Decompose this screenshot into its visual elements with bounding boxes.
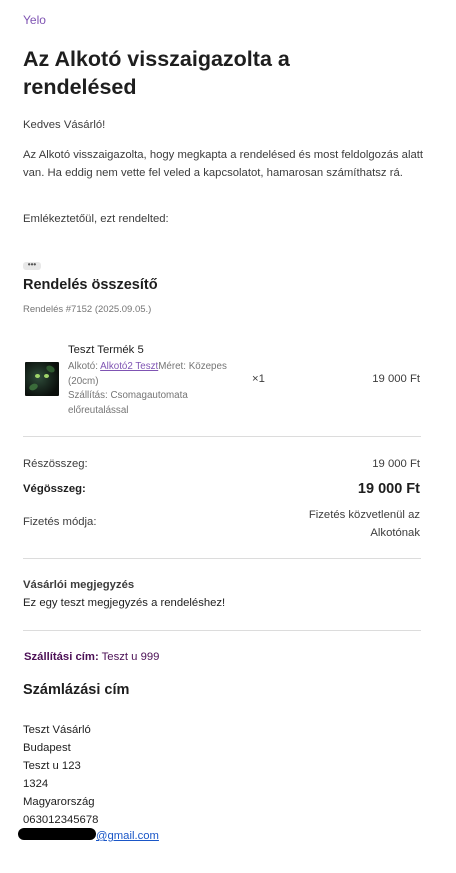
creator-label: Alkotó: — [68, 361, 101, 372]
billing-email-link[interactable]: @gmail.com — [96, 830, 159, 842]
product-thumbnail — [25, 362, 59, 396]
subtotal-label: Részösszeg: — [23, 458, 88, 470]
shipping-address-label: Szállítási cím: — [24, 651, 99, 663]
shipping-address: Szállítási cím: Teszt u 999 — [24, 651, 159, 663]
divider — [23, 558, 421, 559]
brand-logo-text[interactable]: Yelo — [23, 13, 46, 27]
billing-phone: 063012345678 — [23, 814, 99, 826]
billing-address: Teszt Vásárló Budapest Teszt u 123 1324 … — [23, 721, 98, 829]
billing-address-title: Számlázási cím — [23, 682, 130, 698]
billing-zip: 1324 — [23, 778, 49, 790]
divider — [23, 436, 421, 437]
reminder-text: Emlékeztetőül, ezt rendelted: — [23, 213, 169, 225]
billing-name: Teszt Vásárló — [23, 724, 91, 736]
redaction-mark — [18, 828, 96, 840]
total-value: 19 000 Ft — [357, 481, 420, 497]
billing-city: Budapest — [23, 742, 71, 754]
shipping-address-value: Teszt u 999 — [101, 651, 160, 663]
show-trimmed-content-button[interactable]: ••• — [23, 261, 41, 270]
divider — [23, 630, 421, 631]
product-quantity: ×1 — [252, 373, 265, 385]
payment-method-label: Fizetés módja: — [23, 516, 97, 528]
payment-method-value: Fizetés közvetlenül az Alkotónak — [308, 509, 420, 539]
billing-street: Teszt u 123 — [23, 760, 81, 772]
page-title: Az Alkotó visszaigazolta a rendelésed — [23, 47, 290, 99]
intro-paragraph: Az Alkotó visszaigazolta, hogy megkapta … — [23, 149, 424, 179]
product-name: Teszt Termék 5 — [68, 344, 144, 356]
product-shipping: Szállítás: Csomagautomata előreutalással — [68, 390, 188, 416]
customer-note-title: Vásárlói megjegyzés — [23, 579, 135, 591]
product-meta: Alkotó: Alkotó2 TesztMéret: Közepes (20c… — [68, 360, 228, 418]
creator-link[interactable]: Alkotó2 Teszt — [100, 361, 158, 372]
product-price: 19 000 Ft — [372, 373, 420, 385]
total-label: Végösszeg: — [23, 483, 86, 495]
billing-email: @gmail.com — [18, 828, 159, 842]
order-summary-title: Rendelés összesítő — [23, 277, 158, 293]
subtotal-value: 19 000 Ft — [372, 458, 420, 470]
billing-country: Magyarország — [23, 796, 95, 808]
order-number: Rendelés #7152 (2025.09.05.) — [23, 304, 152, 315]
customer-note-text: Ez egy teszt megjegyzés a rendeléshez! — [23, 597, 226, 609]
greeting: Kedves Vásárló! — [23, 119, 106, 131]
